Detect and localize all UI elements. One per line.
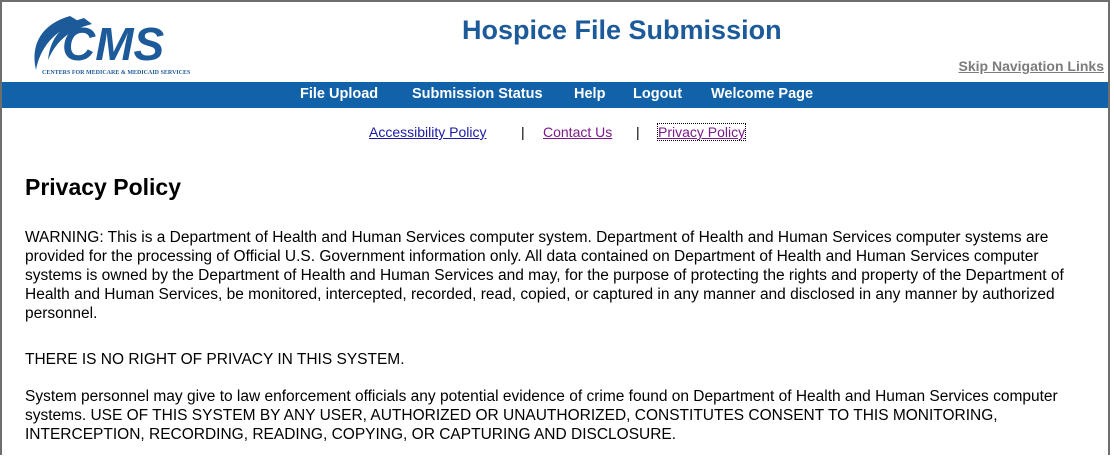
nav-help[interactable]: Help (574, 86, 605, 102)
nav-submission-status[interactable]: Submission Status (412, 86, 543, 102)
contact-us-link[interactable]: Contact Us (543, 124, 612, 140)
page-title: Privacy Policy (25, 174, 181, 200)
nav-welcome-page[interactable]: Welcome Page (711, 86, 813, 102)
site-title: Hospice File Submission (462, 15, 782, 45)
nav-logout[interactable]: Logout (633, 86, 682, 102)
cms-logo: CMS CENTERS FOR MEDICARE & MEDICAID SERV… (34, 16, 191, 76)
logo-subtitle: CENTERS FOR MEDICARE & MEDICAID SERVICES (42, 70, 191, 76)
accessibility-policy-link[interactable]: Accessibility Policy (369, 124, 486, 140)
policy-links: Accessibility Policy | Contact Us | Priv… (2, 123, 1108, 144)
main-nav: File Upload Submission Status Help Logou… (2, 82, 1108, 108)
separator: | (636, 124, 640, 140)
nav-file-upload[interactable]: File Upload (300, 86, 378, 102)
privacy-policy-link[interactable]: Privacy Policy (656, 123, 747, 141)
header: CMS CENTERS FOR MEDICARE & MEDICAID SERV… (2, 2, 1108, 78)
page-frame: CMS CENTERS FOR MEDICARE & MEDICAID SERV… (0, 0, 1110, 455)
logo-text: CMS (62, 18, 165, 70)
warning-paragraph: WARNING: This is a Department of Health … (25, 229, 1064, 322)
separator: | (521, 124, 525, 140)
no-privacy-paragraph: THERE IS NO RIGHT OF PRIVACY IN THIS SYS… (25, 351, 405, 368)
skip-navigation-link[interactable]: Skip Navigation Links (959, 58, 1104, 74)
consent-paragraph: System personnel may give to law enforce… (25, 388, 1058, 443)
